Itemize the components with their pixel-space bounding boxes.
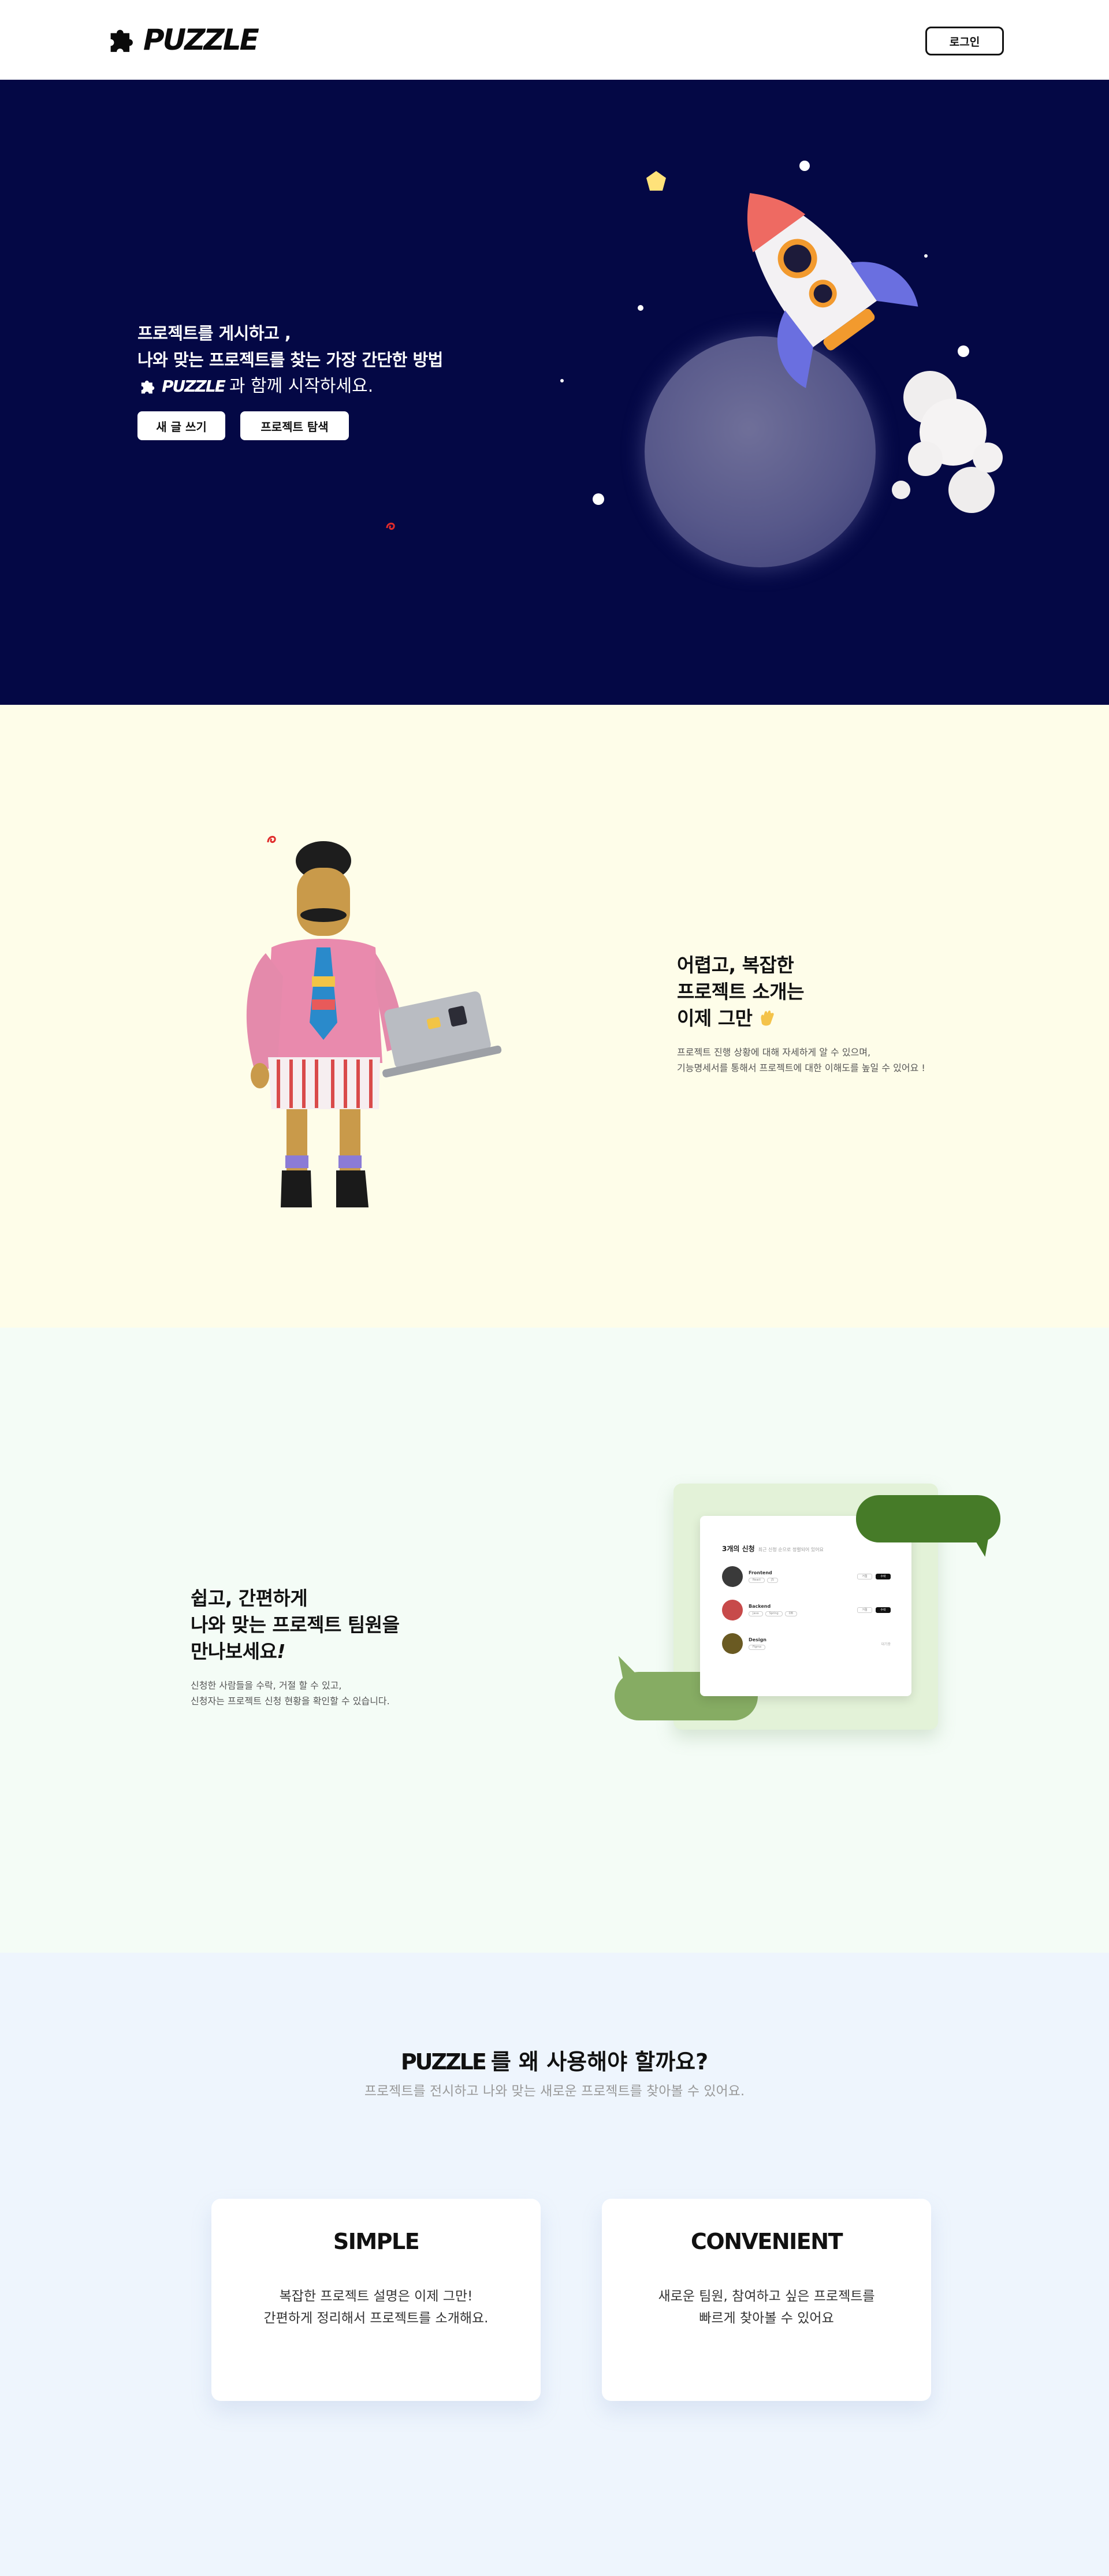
mock-actions: 거절 수락 — [857, 1574, 891, 1579]
mock-tag: Java — [749, 1611, 763, 1616]
mock-tags: Java Spring DB — [749, 1611, 857, 1616]
star-decoration — [638, 305, 643, 311]
mock-reject-button[interactable]: 거절 — [857, 1607, 872, 1613]
mock-tags: React JS — [749, 1578, 857, 1583]
hero-headline: 프로젝트를 게시하고 , 나와 맞는 프로젝트를 찾는 가장 간단한 방법 PU… — [137, 320, 443, 400]
mock-actions: 거절 수락 — [857, 1607, 891, 1613]
mock-applicant-name: Backend — [749, 1604, 771, 1609]
application-mock-card: 3개의 신청 최근 신청 순으로 정렬되어 있어요 Frontend React … — [700, 1516, 911, 1696]
speech-bubble-dark — [856, 1495, 1000, 1542]
team-title-3-mark: ! — [277, 1640, 285, 1663]
hero-line-3-text: 과 함께 시작하세요. — [229, 376, 374, 396]
team-title-3: 만나보세요! — [191, 1638, 399, 1665]
why-brand: PUZZLE — [400, 2049, 487, 2075]
team-title-2: 나와 맞는 프로젝트 팀원을 — [191, 1614, 400, 1636]
hero-line-3: PUZZLE 과 함께 시작하세요. — [137, 373, 443, 400]
mock-applicant-row: Frontend React JS 거절 수락 — [722, 1566, 891, 1587]
character-illustration — [246, 841, 502, 1207]
mock-accept-button[interactable]: 수락 — [876, 1574, 891, 1579]
feature-desc-line: 복잡한 프로젝트 설명은 이제 그만! — [279, 2289, 473, 2304]
mock-tag: Figma — [749, 1645, 766, 1650]
hero-brand: PUZZLE — [162, 377, 226, 396]
brand-logo[interactable]: PUZZLE — [104, 23, 259, 57]
puzzle-piece-icon — [110, 29, 133, 52]
team-description: 신청한 사람들을 수락, 거절 할 수 있고, 신청자는 프로젝트 신청 현황을… — [191, 1678, 399, 1709]
new-post-button[interactable]: 새 글 쓰기 — [137, 411, 225, 440]
mock-tag: Spring — [765, 1611, 783, 1616]
team-title-1: 쉽고, 간편하게 — [191, 1587, 308, 1609]
feature-card-convenient: CONVENIENT 새로운 팀원, 참여하고 싶은 프로젝트를 빠르게 찾아볼… — [602, 2199, 931, 2401]
explore-projects-button[interactable]: 프로젝트 탐색 — [240, 411, 349, 440]
feature-title: SIMPLE — [333, 2229, 420, 2254]
avatar — [722, 1600, 743, 1620]
intro-title-3: 이제 그만 — [677, 1005, 925, 1032]
speech-bubble-tail — [974, 1534, 995, 1559]
team-desc-2: 신청자는 프로젝트 신청 현황을 확인할 수 있습니다. — [191, 1696, 390, 1707]
mock-applicant-name: Frontend — [749, 1570, 772, 1575]
mock-applicant-info: Design Figma — [749, 1637, 881, 1650]
mock-tag: React — [749, 1578, 765, 1583]
site-header: PUZZLE 로그인 — [0, 0, 1109, 80]
intro-title-1: 어렵고, 복잡한 — [677, 954, 794, 976]
mock-applicant-info: Backend Java Spring DB — [749, 1604, 857, 1616]
puzzle-piece-icon — [141, 380, 155, 394]
hero-actions: 새 글 쓰기 프로젝트 탐색 — [137, 411, 349, 440]
star-decoration — [560, 379, 564, 382]
mock-applicant-name: Design — [749, 1637, 766, 1642]
brand-name: PUZZLE — [143, 23, 259, 57]
intro-title-3-text: 이제 그만 — [677, 1007, 753, 1029]
mock-tags: Figma — [749, 1645, 881, 1650]
intro-title-2: 프로젝트 소개는 — [677, 980, 805, 1003]
mock-tag: DB — [784, 1611, 797, 1616]
why-section: PUZZLE 를 왜 사용해야 할까요? 프로젝트를 전시하고 나와 맞는 새로… — [0, 1953, 1109, 2576]
team-section: 쉽고, 간편하게 나와 맞는 프로젝트 팀원을 만나보세요! 신청한 사람들을 … — [0, 1328, 1109, 1953]
mock-applicant-info: Frontend React JS — [749, 1570, 857, 1583]
why-title: PUZZLE 를 왜 사용해야 할까요? — [0, 2044, 1109, 2076]
swirl-decoration — [386, 522, 395, 530]
hero-line-2: 나와 맞는 프로젝트를 찾는 가장 간단한 방법 — [137, 350, 443, 370]
feature-title: CONVENIENT — [691, 2229, 843, 2254]
mock-reject-button[interactable]: 거절 — [857, 1574, 872, 1579]
team-desc-1: 신청한 사람들을 수락, 거절 할 수 있고, — [191, 1680, 342, 1691]
avatar — [722, 1566, 743, 1587]
intro-desc-1: 프로젝트 진행 상황에 대해 자세하게 알 수 있으며, — [677, 1047, 871, 1058]
star-decoration — [593, 493, 604, 505]
mock-tag: JS — [767, 1578, 778, 1583]
feature-desc-line: 빠르게 찾아볼 수 있어요 — [699, 2311, 834, 2326]
intro-desc-2: 기능명세서를 통해서 프로젝트에 대한 이해도를 높일 수 있어요 ! — [677, 1062, 925, 1073]
feature-desc-line: 간편하게 정리해서 프로젝트를 소개해요. — [263, 2311, 489, 2326]
feature-desc-line: 새로운 팀원, 참여하고 싶은 프로젝트를 — [658, 2289, 875, 2304]
why-subtitle: 프로젝트를 전시하고 나와 맞는 새로운 프로젝트를 찾아볼 수 있어요. — [364, 2084, 745, 2099]
mock-title-sub: 최근 신청 순으로 정렬되어 있어요 — [758, 1547, 824, 1552]
mock-applicant-row: Design Figma 대기중 — [722, 1633, 891, 1654]
feature-description: 복잡한 프로젝트 설명은 이제 그만! 간편하게 정리해서 프로젝트를 소개해요… — [211, 2285, 541, 2329]
waving-hand-icon — [761, 1010, 775, 1026]
mock-title: 3개의 신청 최근 신청 순으로 정렬되어 있어요 — [722, 1544, 891, 1553]
intro-section: 어렵고, 복잡한 프로젝트 소개는 이제 그만 프로젝트 진행 상황에 대해 자… — [0, 705, 1109, 1328]
mock-applicant-row: Backend Java Spring DB 거절 수락 — [722, 1600, 891, 1620]
why-title-text: 를 왜 사용해야 할까요? — [490, 2049, 709, 2075]
mock-accept-button[interactable]: 수락 — [876, 1607, 891, 1613]
mock-title-text: 3개의 신청 — [722, 1545, 755, 1553]
login-button[interactable]: 로그인 — [925, 27, 1004, 55]
feature-description: 새로운 팀원, 참여하고 싶은 프로젝트를 빠르게 찾아볼 수 있어요 — [602, 2285, 931, 2329]
intro-description: 프로젝트 진행 상황에 대해 자세하게 알 수 있으며, 기능명세서를 통해서 … — [677, 1044, 925, 1076]
mock-status: 대기중 — [881, 1642, 891, 1646]
team-text: 쉽고, 간편하게 나와 맞는 프로젝트 팀원을 만나보세요! 신청한 사람들을 … — [191, 1585, 400, 1709]
hero-section: 프로젝트를 게시하고 , 나와 맞는 프로젝트를 찾는 가장 간단한 방법 PU… — [0, 80, 1109, 705]
team-title-3-text: 만나보세요 — [191, 1640, 277, 1663]
feature-card-simple: SIMPLE 복잡한 프로젝트 설명은 이제 그만! 간편하게 정리해서 프로젝… — [211, 2199, 541, 2401]
rocket-illustration — [747, 193, 1003, 513]
avatar — [722, 1633, 743, 1654]
pentagon-decoration — [646, 171, 666, 191]
intro-text: 어렵고, 복잡한 프로젝트 소개는 이제 그만 프로젝트 진행 상황에 대해 자… — [677, 952, 925, 1076]
hero-line-1: 프로젝트를 게시하고 , — [137, 324, 291, 343]
